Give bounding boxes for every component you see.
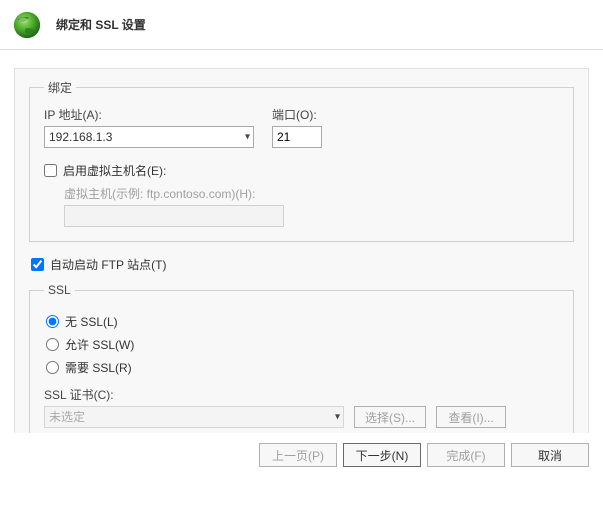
enable-vhost-label: 启用虚拟主机名(E): [63,162,166,179]
binding-legend: 绑定 [44,79,76,96]
ssl-cert-select-wrap: 未选定 ▾ [44,406,344,428]
ssl-allow-row: 允许 SSL(W) [46,336,559,353]
finish-button: 完成(F) [427,443,505,467]
globe-icon [12,10,42,40]
ip-select-wrap[interactable]: 192.168.1.3 ▾ [44,126,254,148]
binding-group: 绑定 IP 地址(A): 192.168.1.3 ▾ 端口(O): [29,79,574,242]
content-area: 绑定 IP 地址(A): 192.168.1.3 ▾ 端口(O): [0,50,603,474]
port-label: 端口(O): [272,106,322,123]
ssl-allow-label: 允许 SSL(W) [65,336,134,353]
ssl-none-radio[interactable] [46,315,59,328]
vhost-block: 虚拟主机(示例: ftp.contoso.com)(H): [64,185,559,227]
auto-start-label: 自动启动 FTP 站点(T) [50,256,166,273]
ssl-legend: SSL [44,283,75,297]
ssl-allow-radio[interactable] [46,338,59,351]
ssl-none-label: 无 SSL(L) [65,313,118,330]
ssl-cert-row: 未选定 ▾ 选择(S)... 查看(I)... [44,406,559,428]
ssl-view-button: 查看(I)... [436,406,506,428]
enable-vhost-row: 启用虚拟主机名(E): [44,162,559,179]
cancel-button[interactable]: 取消 [511,443,589,467]
ip-address-select[interactable]: 192.168.1.3 [44,126,254,148]
ssl-require-row: 需要 SSL(R) [46,359,559,376]
ip-port-row: IP 地址(A): 192.168.1.3 ▾ 端口(O): [44,106,559,148]
port-input[interactable] [272,126,322,148]
auto-start-checkbox[interactable] [31,258,44,271]
auto-start-row: 自动启动 FTP 站点(T) [31,256,574,273]
ssl-select-button: 选择(S)... [354,406,426,428]
ssl-none-row: 无 SSL(L) [46,313,559,330]
title-bar: 绑定和 SSL 设置 [0,0,603,50]
port-col: 端口(O): [272,106,322,148]
main-panel: 绑定 IP 地址(A): 192.168.1.3 ▾ 端口(O): [14,68,589,474]
prev-button: 上一页(P) [259,443,337,467]
ssl-require-radio[interactable] [46,361,59,374]
ssl-cert-block: SSL 证书(C): 未选定 ▾ 选择(S)... 查看(I)... [44,386,559,428]
dialog-window: 绑定和 SSL 设置 绑定 IP 地址(A): 192.168.1.3 ▾ [0,0,603,523]
ssl-cert-select: 未选定 [44,406,344,428]
dialog-title: 绑定和 SSL 设置 [56,16,146,33]
ssl-require-label: 需要 SSL(R) [65,359,132,376]
ssl-group: SSL 无 SSL(L) 允许 SSL(W) 需要 SSL(R) SSL 证书(… [29,283,574,443]
ip-label: IP 地址(A): [44,106,254,123]
enable-vhost-checkbox[interactable] [44,164,57,177]
vhost-input [64,205,284,227]
vhost-label: 虚拟主机(示例: ftp.contoso.com)(H): [64,185,559,202]
next-button[interactable]: 下一步(N) [343,443,421,467]
wizard-footer: 上一页(P) 下一步(N) 完成(F) 取消 [0,433,603,479]
ssl-cert-label: SSL 证书(C): [44,388,114,402]
ip-col: IP 地址(A): 192.168.1.3 ▾ [44,106,254,148]
